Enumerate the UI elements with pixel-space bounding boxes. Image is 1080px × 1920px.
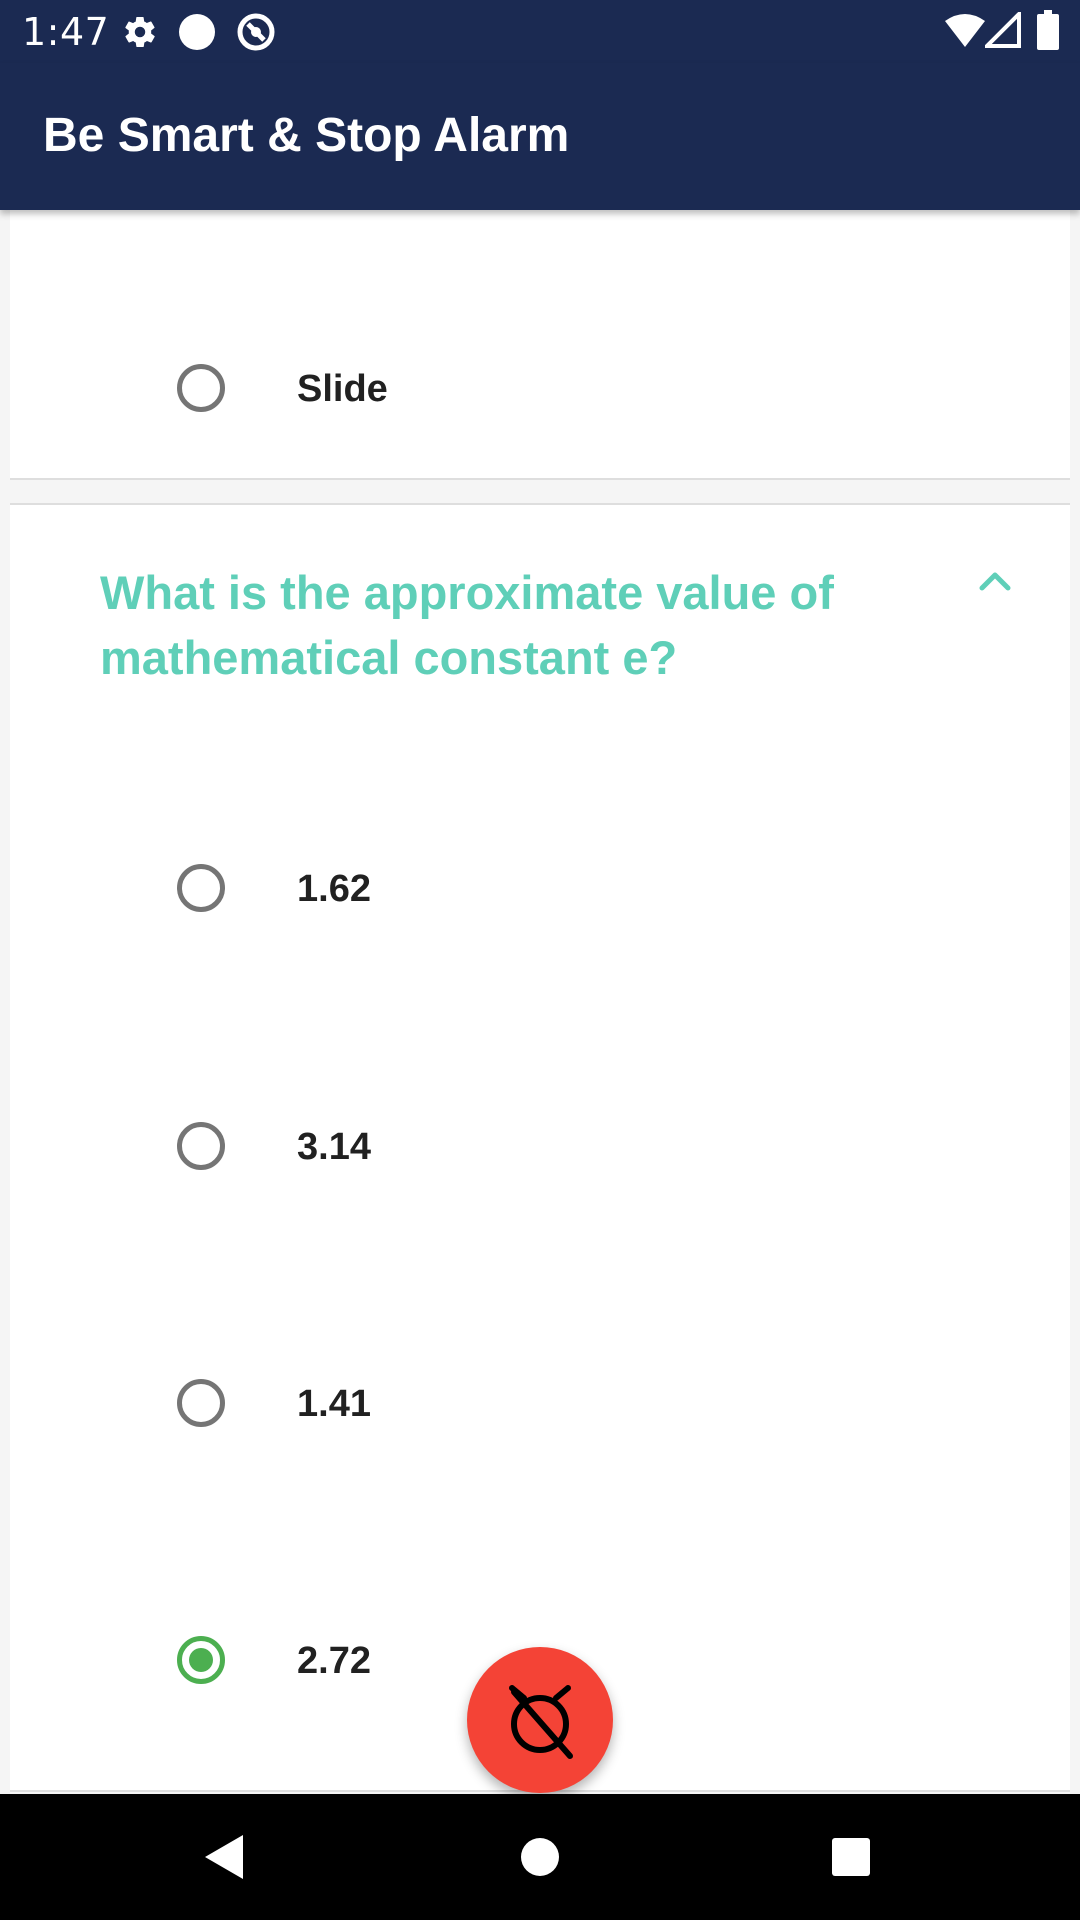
option-label: 3.14	[297, 1126, 371, 1168]
question-text: What is the approximate value of mathema…	[100, 566, 834, 684]
option-label: 2.72	[297, 1640, 371, 1682]
status-bar: 1:47	[0, 0, 1080, 63]
radio-button[interactable]	[177, 864, 225, 912]
stop-alarm-button[interactable]	[467, 1647, 613, 1793]
app-title: Be Smart & Stop Alarm	[43, 109, 570, 162]
option-3-14[interactable]: 3.14	[165, 1106, 965, 1186]
option-label: 1.41	[297, 1383, 371, 1425]
option-label: 1.62	[297, 868, 371, 910]
battery-icon	[1037, 10, 1059, 55]
app-bar: Be Smart & Stop Alarm	[0, 63, 1080, 210]
back-icon[interactable]	[195, 1827, 255, 1887]
option-1-62[interactable]: 1.62	[165, 848, 965, 928]
home-icon[interactable]	[510, 1827, 570, 1887]
alarm-off-icon	[509, 1685, 573, 1759]
option-label: Slide	[297, 368, 388, 410]
chevron-up-icon[interactable]	[970, 560, 1020, 600]
recents-icon[interactable]	[821, 1827, 881, 1887]
signal-icon	[982, 9, 1021, 53]
previous-question-card: Slide	[10, 210, 1070, 480]
radio-button[interactable]	[177, 364, 225, 412]
radio-button-selected[interactable]	[177, 1636, 225, 1684]
question-card: What is the approximate value of mathema…	[10, 503, 1070, 1792]
radio-button[interactable]	[177, 1379, 225, 1427]
radio-button[interactable]	[177, 1122, 225, 1170]
question-list[interactable]: Slide What is the approximate value of m…	[0, 210, 1080, 1794]
wifi-icon	[945, 13, 985, 52]
circle-icon	[178, 13, 216, 56]
status-time: 1:47	[22, 10, 110, 54]
at-icon	[235, 11, 277, 58]
option-1-41[interactable]: 1.41	[165, 1363, 965, 1443]
option-slide[interactable]: Slide	[165, 348, 965, 428]
gear-icon	[122, 14, 158, 55]
navigation-bar	[0, 1794, 1080, 1920]
